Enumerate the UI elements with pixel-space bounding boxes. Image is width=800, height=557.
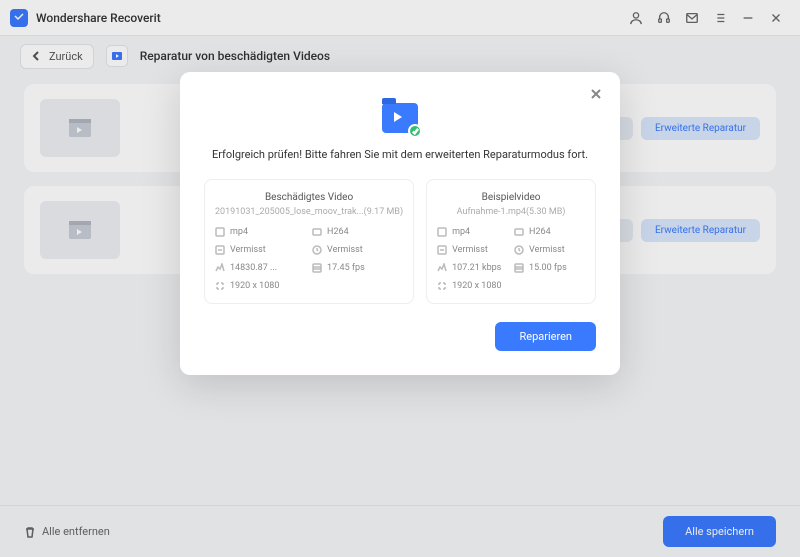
prop-resolution: 1920 x 1080 [452, 281, 501, 291]
modal-header-icon [204, 100, 596, 136]
damaged-video-panel: Beschädigtes Video 20191031_205005_lose_… [204, 179, 414, 304]
prop-codec: H264 [327, 227, 349, 237]
compare-panels: Beschädigtes Video 20191031_205005_lose_… [204, 179, 596, 304]
panel-filename: 20191031_205005_lose_moov_trak...(9.17 M… [215, 207, 403, 217]
modal-close-button[interactable] [586, 84, 606, 104]
prop-duration: Vermisst [529, 245, 565, 255]
verify-modal: Erfolgreich prüfen! Bitte fahren Sie mit… [180, 72, 620, 375]
prop-bitrate: 14830.87 ... [230, 263, 277, 273]
prop-audio: Vermisst [452, 245, 488, 255]
prop-fps: 15.00 fps [529, 263, 567, 273]
prop-bitrate: 107.21 kbps [452, 263, 501, 273]
prop-fps: 17.45 fps [327, 263, 365, 273]
panel-title: Beschädigtes Video [215, 192, 403, 203]
sample-video-panel: Beispielvideo Aufnahme-1.mp4(5.30 MB) mp… [426, 179, 596, 304]
prop-format: mp4 [230, 227, 248, 237]
modal-overlay: Erfolgreich prüfen! Bitte fahren Sie mit… [0, 0, 800, 557]
repair-button[interactable]: Reparieren [495, 322, 596, 351]
modal-message: Erfolgreich prüfen! Bitte fahren Sie mit… [204, 148, 596, 161]
panel-title: Beispielvideo [437, 192, 585, 203]
prop-audio: Vermisst [230, 245, 266, 255]
prop-duration: Vermisst [327, 245, 363, 255]
prop-format: mp4 [452, 227, 470, 237]
panel-filename: Aufnahme-1.mp4(5.30 MB) [437, 207, 585, 217]
prop-resolution: 1920 x 1080 [230, 281, 279, 291]
prop-codec: H264 [529, 227, 551, 237]
